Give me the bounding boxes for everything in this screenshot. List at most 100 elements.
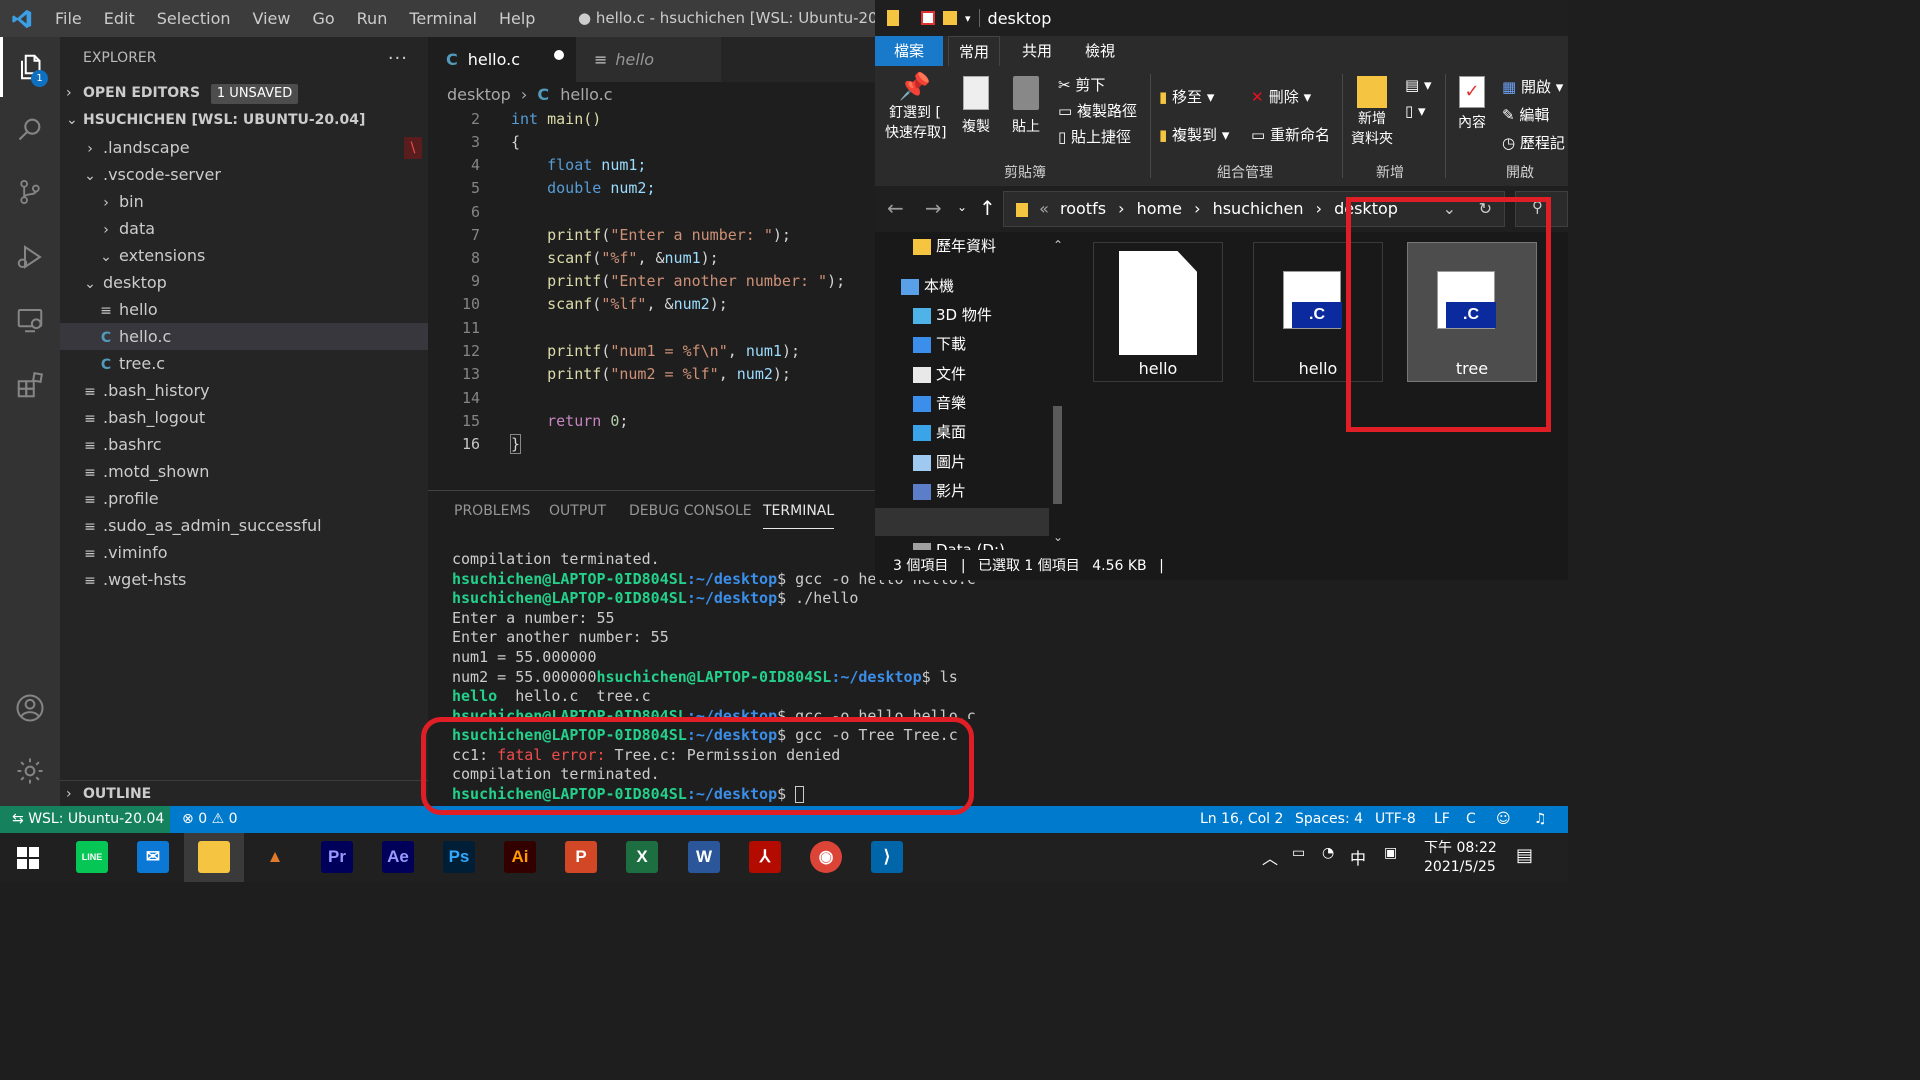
ime-indicator[interactable]: 中 [1350, 845, 1366, 869]
address-bar[interactable]: « rootfs › home › hsuchichen › desktop ⌄… [1003, 191, 1505, 227]
clock-date[interactable]: 2021/5/25 [1424, 859, 1496, 875]
nav-tree-item[interactable]: 3D 物件 [913, 301, 992, 329]
up-arrow-icon[interactable]: ↑ [979, 196, 996, 220]
pin-quick-access-button[interactable]: 📌 釘選到 [ 快速存取] [885, 72, 946, 142]
nav-tree-item[interactable]: 圖片 [913, 448, 966, 476]
mail-taskbar-icon[interactable]: ✉ [137, 841, 169, 873]
nav-tree-item[interactable]: 影片 [913, 477, 966, 505]
menu-terminal[interactable]: Terminal [398, 0, 488, 37]
remote-explorer-activity-button[interactable] [0, 290, 60, 350]
indentation[interactable]: Spaces: 4 [1295, 806, 1363, 833]
breadcrumb-folder[interactable]: desktop [447, 85, 511, 104]
breadcrumb-file[interactable]: hello.c [560, 85, 612, 104]
tab-view[interactable]: 檢視 [1075, 36, 1125, 66]
delete-button[interactable]: ✕ 刪除 ▾ [1251, 86, 1311, 107]
scroll-up-icon[interactable]: ⌃ [1053, 238, 1063, 252]
history-button[interactable]: ◷ 歷程記 [1502, 132, 1565, 153]
line-taskbar-icon[interactable]: LINE [76, 841, 108, 873]
ime-mode-icon[interactable]: ▣ [1384, 845, 1397, 861]
properties-quick-icon[interactable] [921, 11, 935, 25]
copy-button[interactable]: 複製 [959, 76, 993, 136]
tree-item[interactable]: ⌄ .vscode-server [60, 161, 428, 188]
tab-hello-c[interactable]: C hello.c [428, 37, 576, 82]
cut-button[interactable]: ✂ 剪下 [1058, 74, 1105, 95]
chrome-taskbar-icon[interactable]: ◉ [810, 841, 842, 873]
clock-time[interactable]: 下午 08:22 [1424, 837, 1497, 857]
tree-item[interactable]: Ctree.c [60, 350, 428, 377]
nav-tree-item[interactable]: Data (D:) [913, 536, 1005, 550]
tree-item[interactable]: › data [60, 215, 428, 242]
refresh-icon[interactable]: ↻ [1479, 192, 1492, 226]
tree-item[interactable]: ≡ .bashrc [60, 431, 428, 458]
windows-start-icon[interactable] [17, 847, 39, 869]
remote-indicator[interactable]: ⇆ WSL: Ubuntu-20.04 [0, 806, 170, 833]
copy-to-button[interactable]: ▮ 複製到 ▾ [1159, 124, 1229, 145]
tab-debug-console[interactable]: DEBUG CONSOLE [629, 503, 752, 519]
search-activity-button[interactable] [0, 99, 60, 159]
menu-file[interactable]: File [44, 0, 93, 37]
manage-activity-button[interactable] [0, 741, 60, 801]
notifications-bell-icon[interactable]: ♫ [1534, 806, 1547, 833]
explorer-activity-button[interactable]: 1 [0, 37, 60, 97]
line-ending[interactable]: LF [1434, 806, 1450, 833]
Ps-taskbar-icon[interactable]: Ps [443, 841, 475, 873]
menu-go[interactable]: Go [301, 0, 345, 37]
terminal-prompt-line[interactable]: hsuchichen@LAPTOP-0ID804SL:~/desktop$ [452, 785, 805, 805]
run-debug-activity-button[interactable] [0, 227, 60, 287]
nav-tree-item[interactable]: 文件 [913, 360, 966, 388]
wifi-icon[interactable]: ◔ [1322, 845, 1334, 861]
menu-help[interactable]: Help [488, 0, 546, 37]
open-button[interactable]: ▦ 開啟 ▾ [1502, 76, 1563, 97]
dropdown-icon[interactable]: ▾ [965, 12, 971, 25]
edit-button[interactable]: ✎ 編輯 [1502, 104, 1549, 125]
tree-item[interactable]: ≡ .wget-hsts [60, 566, 428, 593]
menu-run[interactable]: Run [346, 0, 399, 37]
tree-item[interactable]: ≡ .sudo_as_admin_successful [60, 512, 428, 539]
Ae-taskbar-icon[interactable]: Ae [382, 841, 414, 873]
address-part[interactable]: desktop [1334, 199, 1398, 218]
tree-item[interactable]: ≡ .motd_shown [60, 458, 428, 485]
chevron-down-icon[interactable]: ⌄ [1443, 192, 1456, 226]
cursor-position[interactable]: Ln 16, Col 2 [1200, 806, 1283, 833]
unsaved-dot-icon[interactable] [554, 50, 564, 60]
address-part[interactable]: rootfs [1060, 199, 1106, 218]
extensions-activity-button[interactable] [0, 355, 60, 415]
tree-item[interactable]: ⌄ extensions [60, 242, 428, 269]
properties-button[interactable]: ✓ 內容 [1454, 76, 1490, 132]
code-editor[interactable]: 2 3 4 5 6 7 8 9 10 11 12 13 14 15 16 int main() { floa… [428, 107, 880, 490]
file-item[interactable]: .C hello [1253, 242, 1383, 382]
tree-item[interactable]: Chello.c [60, 323, 428, 350]
tree-item[interactable]: › .landscape \ [60, 134, 428, 161]
show-hidden-icons-icon[interactable]: ︿ [1262, 845, 1278, 869]
scrollbar-thumb[interactable] [1053, 406, 1062, 504]
rename-button[interactable]: ▭ 重新命名 [1251, 124, 1330, 145]
workspace-section[interactable]: ⌄ HSUCHICHEN [WSL: UBUNTU-20.04] [60, 107, 428, 134]
recent-locations-icon[interactable]: ⌄ [957, 200, 967, 214]
easy-access-button[interactable]: ▯ ▾ [1405, 102, 1426, 120]
forward-arrow-icon[interactable]: → [925, 196, 942, 220]
accounts-activity-button[interactable] [0, 678, 60, 738]
nav-tree-item[interactable]: 歷年資料 [913, 232, 996, 260]
new-item-button[interactable]: ▤ ▾ [1405, 76, 1431, 94]
Ai-taskbar-icon[interactable]: Ai [504, 841, 536, 873]
tab-file[interactable]: 檔案 [875, 36, 943, 66]
nav-tree-item[interactable]: 下載 [913, 330, 966, 358]
paste-shortcut-button[interactable]: ▯ 貼上捷徑 [1058, 126, 1131, 147]
new-folder-button[interactable]: 新增 資料夾 [1349, 76, 1395, 148]
language-mode[interactable]: C [1466, 806, 1476, 833]
matlab-taskbar-icon[interactable]: ▲ [259, 841, 291, 873]
menu-view[interactable]: View [242, 0, 302, 37]
search-box[interactable]: ⚲ [1515, 191, 1568, 227]
address-part[interactable]: hsuchichen [1213, 199, 1304, 218]
excel-taskbar-icon[interactable]: X [626, 841, 658, 873]
Pr-taskbar-icon[interactable]: Pr [321, 841, 353, 873]
more-actions-button[interactable]: ··· [388, 37, 408, 80]
address-part[interactable]: home [1137, 199, 1182, 218]
tree-item[interactable]: ≡ .bash_history [60, 377, 428, 404]
tab-problems[interactable]: PROBLEMS [454, 503, 530, 519]
tab-hello[interactable]: ≡ hello [576, 37, 721, 82]
copy-path-button[interactable]: ▭ 複製路徑 [1058, 100, 1137, 121]
tab-home[interactable]: 常用 [948, 36, 1000, 66]
tree-item[interactable]: ≡ hello [60, 296, 428, 323]
paste-button[interactable]: 貼上 [1009, 76, 1043, 136]
